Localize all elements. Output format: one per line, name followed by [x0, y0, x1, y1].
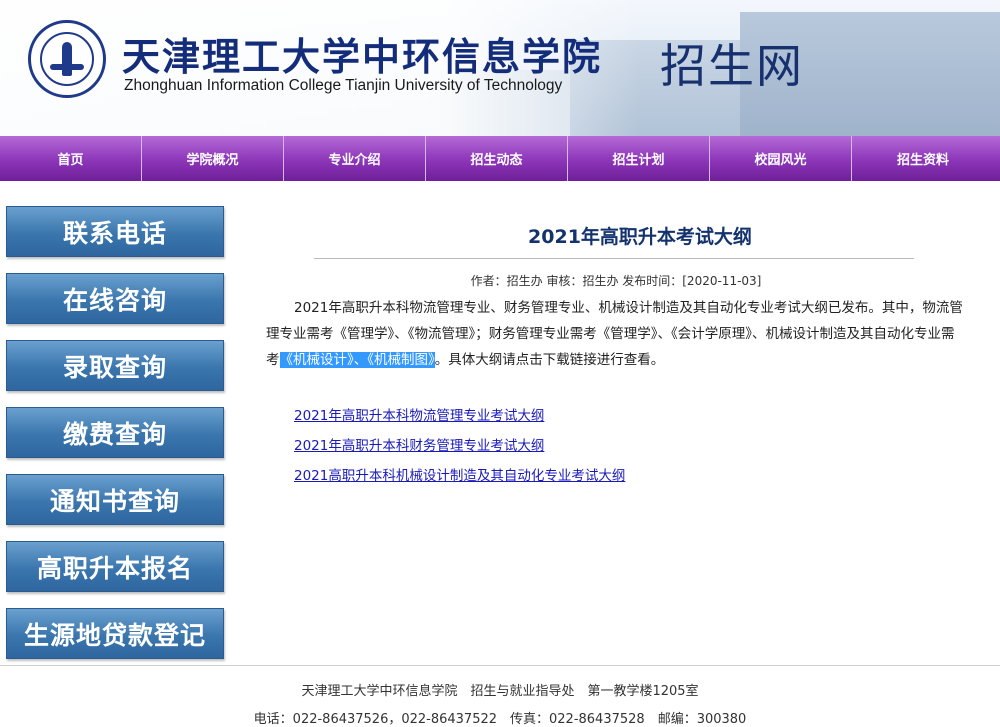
mechanical-syllabus-link[interactable]: 2021高职升本科机械设计制造及其自动化专业考试大纲 [294, 464, 625, 494]
student-loan-registration-button[interactable]: 生源地贷款登记 [6, 608, 224, 659]
logistics-syllabus-link[interactable]: 2021年高职升本科物流管理专业考试大纲 [294, 404, 625, 434]
article-body: 2021年高职升本科物流管理专业、财务管理专业、机械设计制造及其自动化专业考试大… [266, 295, 966, 373]
nav-item-home[interactable]: 首页 [0, 136, 142, 181]
nav-item-about[interactable]: 学院概况 [142, 136, 284, 181]
upgrade-registration-button[interactable]: 高职升本报名 [6, 541, 224, 592]
nav-item-campus[interactable]: 校园风光 [710, 136, 852, 181]
college-emblem-icon [28, 20, 106, 98]
sidebar: 联系电话 在线咨询 录取查询 缴费查询 通知书查询 高职升本报名 生源地贷款登记 [6, 206, 224, 675]
nav-item-plan[interactable]: 招生计划 [568, 136, 710, 181]
download-links: 2021年高职升本科物流管理专业考试大纲 2021年高职升本科财务管理专业考试大… [294, 404, 625, 494]
title-divider [314, 258, 914, 259]
nav-item-materials[interactable]: 招生资料 [852, 136, 994, 181]
admission-query-button[interactable]: 录取查询 [6, 340, 224, 391]
footer-divider [0, 665, 1000, 666]
finance-syllabus-link[interactable]: 2021年高职升本科财务管理专业考试大纲 [294, 434, 625, 464]
article-title: 2021年高职升本考试大纲 [528, 226, 752, 248]
article: 2021年高职升本考试大纲 作者：招生办 审核：招生办 发布时间：[2020-1… [266, 222, 966, 484]
selected-text[interactable]: 《机械设计》、《机械制图》 [279, 352, 435, 368]
main-nav: 首页 学院概况 专业介绍 招生动态 招生计划 校园风光 招生资料 [0, 136, 1000, 181]
article-meta: 作者：招生办 审核：招生办 发布时间：[2020-11-03] [470, 274, 762, 288]
payment-query-button[interactable]: 缴费查询 [6, 407, 224, 458]
school-name-cn: 天津理工大学中环信息学院 [122, 34, 603, 79]
body-text-part2: 。具体大纲请点击下载链接进行查看。 [434, 352, 665, 368]
online-consult-button[interactable]: 在线咨询 [6, 273, 224, 324]
footer-address: 天津理工大学中环信息学院 招生与就业指导处 第一教学楼1205室 [301, 684, 699, 699]
contact-phone-button[interactable]: 联系电话 [6, 206, 224, 257]
site-name: 招生网 [660, 39, 804, 93]
header-banner: 天津理工大学中环信息学院 Zhonghuan Information Colle… [0, 0, 1000, 136]
school-name-en: Zhonghuan Information College Tianjin Un… [124, 77, 563, 94]
footer-contact: 电话：022-86437526，022-86437522 传真：022-8643… [253, 712, 747, 727]
notice-query-button[interactable]: 通知书查询 [6, 474, 224, 525]
nav-item-majors[interactable]: 专业介绍 [284, 136, 426, 181]
nav-item-news[interactable]: 招生动态 [426, 136, 568, 181]
